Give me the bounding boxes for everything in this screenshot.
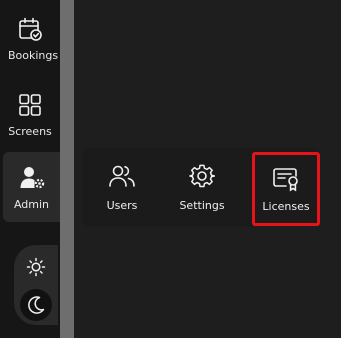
grid-icon	[16, 91, 44, 119]
sidebar: Bookings Screens Admin	[0, 0, 60, 338]
admin-menu-licenses[interactable]: Licenses	[252, 152, 320, 226]
sidebar-item-label: Screens	[8, 124, 52, 138]
certificate-icon	[272, 166, 300, 192]
admin-menu-settings[interactable]: Settings	[169, 148, 235, 226]
sidebar-item-label: Admin	[13, 197, 50, 211]
light-theme-button[interactable]	[20, 251, 52, 283]
sun-icon	[26, 257, 46, 277]
admin-menu-users[interactable]: Users	[89, 148, 155, 226]
sidebar-divider	[60, 0, 74, 338]
admin-menu-label: Licenses	[262, 199, 310, 213]
dark-theme-button[interactable]	[20, 289, 52, 321]
main-content: Users Settings Licenses	[74, 0, 341, 338]
theme-toggle	[14, 245, 58, 325]
calendar-check-icon	[16, 15, 44, 43]
sidebar-item-screens[interactable]: Screens	[0, 78, 60, 150]
user-gear-icon	[18, 164, 46, 192]
sidebar-item-admin[interactable]: Admin	[3, 152, 60, 222]
sidebar-item-label: Bookings	[7, 48, 59, 62]
admin-menu-label: Users	[106, 198, 138, 212]
moon-icon	[26, 295, 46, 315]
sidebar-item-bookings[interactable]: Bookings	[0, 2, 60, 74]
gear-icon	[189, 163, 215, 189]
admin-submenu: Users Settings Licenses	[82, 148, 320, 226]
users-icon	[108, 163, 136, 189]
admin-menu-label: Settings	[179, 198, 225, 212]
